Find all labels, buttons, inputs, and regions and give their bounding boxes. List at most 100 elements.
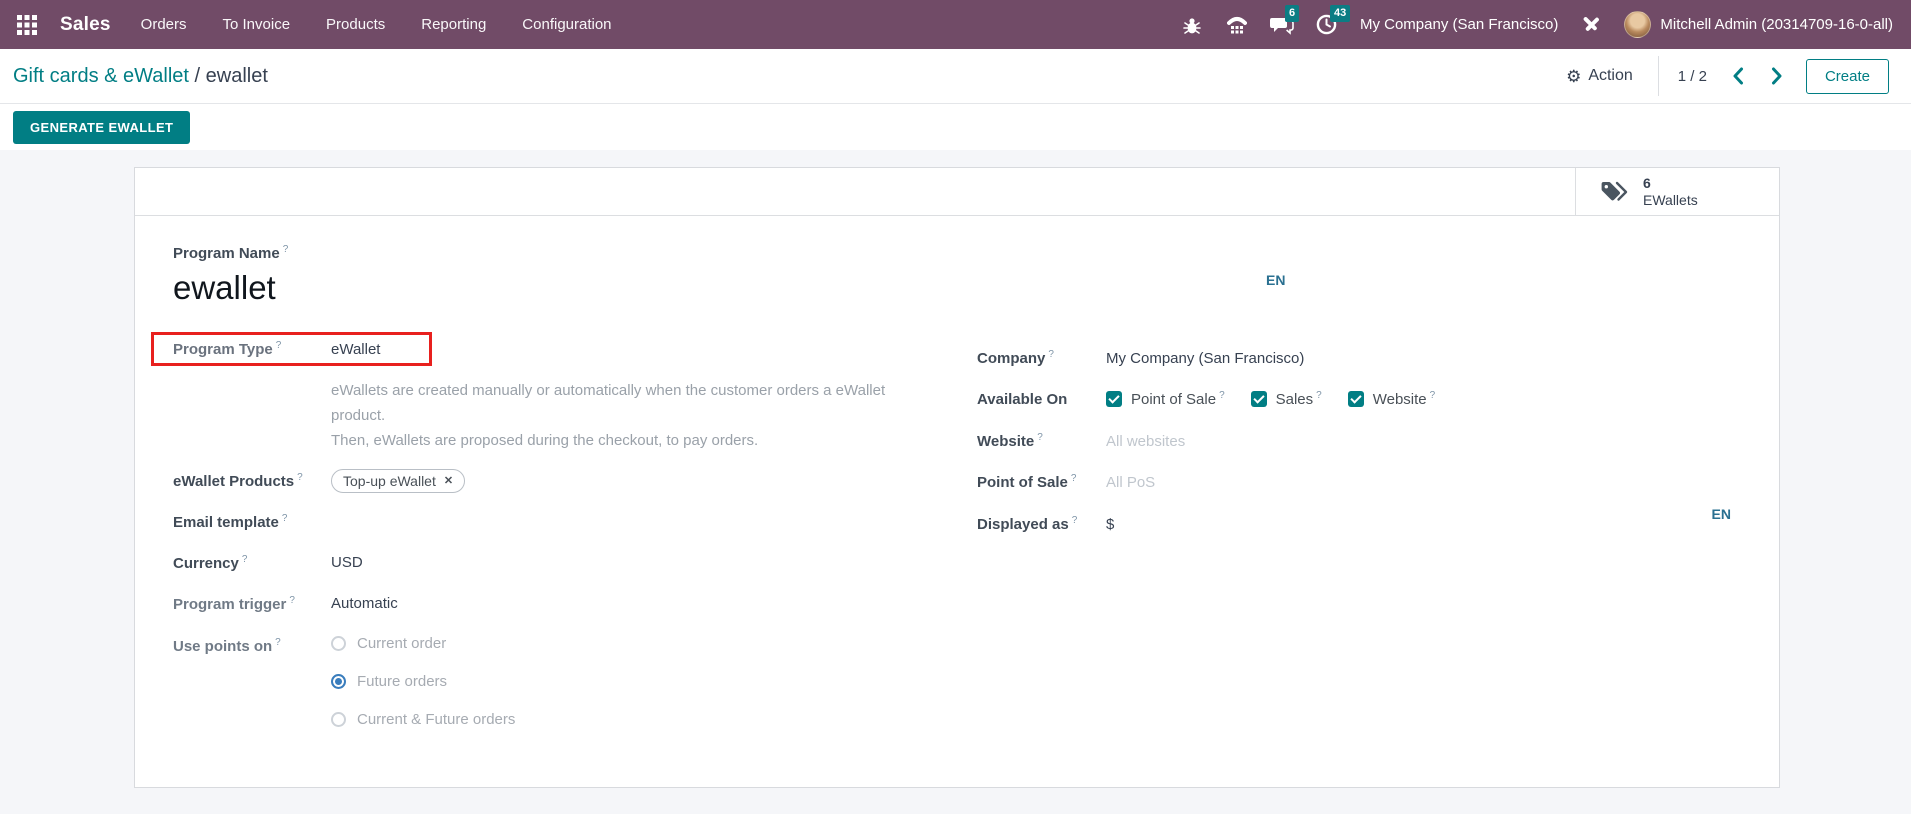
- radio-current-and-future-orders[interactable]: Current & Future orders: [331, 700, 515, 738]
- displayed-as-input[interactable]: $: [1106, 516, 1114, 533]
- available-on-checkbox-group: Point of Sale? Sales? Website?: [1106, 390, 1461, 408]
- checkbox-label: Website?: [1372, 390, 1436, 408]
- pager-next-icon[interactable]: [1767, 65, 1787, 87]
- point-of-sale-input-placeholder[interactable]: All PoS: [1106, 474, 1155, 491]
- field-row-available-on: Available On Point of Sale? Sales? Websi…: [977, 387, 1461, 411]
- checkbox-website[interactable]: Website?: [1347, 390, 1436, 408]
- user-menu[interactable]: Mitchell Admin (20314709-16-0-all): [1624, 11, 1893, 38]
- product-tag-label: Top-up eWallet: [343, 472, 436, 489]
- pager-previous-icon[interactable]: [1728, 65, 1748, 87]
- field-label-currency: Currency?: [173, 553, 248, 572]
- translate-badge-program-name[interactable]: EN: [1266, 272, 1285, 288]
- help-icon: ?: [297, 471, 303, 483]
- menu-configuration[interactable]: Configuration: [522, 16, 611, 33]
- app-name[interactable]: Sales: [60, 14, 111, 36]
- checkbox-point-of-sale[interactable]: Point of Sale?: [1106, 390, 1225, 408]
- help-icon: ?: [1219, 390, 1225, 401]
- activities-clock-icon[interactable]: 43: [1315, 4, 1351, 37]
- top-navbar: Sales Orders To Invoice Products Reporti…: [0, 0, 1911, 49]
- activities-badge: 43: [1329, 4, 1351, 22]
- breadcrumb-current: ewallet: [205, 64, 268, 87]
- button-box-row: 6 EWallets: [135, 168, 1779, 216]
- program-type-select[interactable]: eWallet: [331, 341, 380, 358]
- form-right-column: EN Company? My Company (San Francisco) A…: [977, 216, 1743, 787]
- program-type-help-text: eWallets are created manually or automat…: [331, 382, 886, 449]
- help-icon: ?: [1316, 390, 1322, 401]
- checkbox-label: Point of Sale?: [1131, 390, 1225, 408]
- radio-checked-icon[interactable]: [331, 673, 346, 689]
- translate-badge-displayed-as[interactable]: EN: [1712, 506, 1731, 522]
- menu-to-invoice[interactable]: To Invoice: [223, 16, 291, 33]
- checkbox-checked-icon[interactable]: [1347, 391, 1364, 407]
- gear-icon: ⚙: [1566, 66, 1582, 86]
- currency-input[interactable]: USD: [331, 554, 363, 571]
- form-status-bar: GENERATE EWALLET: [0, 104, 1911, 150]
- company-input[interactable]: My Company (San Francisco): [1106, 350, 1304, 367]
- breadcrumb-parent-link[interactable]: Gift cards & eWallet: [13, 65, 189, 87]
- tags-icon: [1601, 181, 1628, 201]
- product-tag[interactable]: Top-up eWallet ✕: [331, 468, 466, 493]
- help-icon: ?: [1037, 432, 1043, 443]
- form-sheet: Program Name? ewallet Program Type? eWal…: [135, 216, 1779, 787]
- form-view-background: 6 EWallets Program Name? ewallet Program…: [0, 150, 1911, 814]
- create-button[interactable]: Create: [1805, 58, 1889, 94]
- help-icon: ?: [241, 553, 248, 565]
- control-panel: Gift cards & eWallet / ewallet ⚙ Action …: [0, 49, 1911, 104]
- field-label-program-type: Program Type?: [173, 340, 282, 358]
- checkbox-label: Sales?: [1275, 390, 1322, 408]
- control-panel-divider: [1657, 56, 1659, 96]
- radio-future-orders[interactable]: Future orders: [331, 662, 515, 700]
- field-label-available-on: Available On: [977, 390, 1068, 408]
- help-icon: ?: [1048, 349, 1054, 360]
- field-label-point-of-sale: Point of Sale?: [977, 473, 1077, 491]
- company-switcher[interactable]: My Company (San Francisco): [1360, 16, 1558, 33]
- field-label-use-points-on: Use points on?: [173, 637, 281, 655]
- tag-remove-icon[interactable]: ✕: [444, 474, 453, 487]
- menu-orders[interactable]: Orders: [141, 16, 187, 33]
- action-menu-button[interactable]: ⚙ Action: [1560, 66, 1639, 86]
- radio-icon[interactable]: [331, 635, 346, 651]
- help-icon: ?: [275, 637, 281, 648]
- record-pager: 1 / 2: [1677, 67, 1707, 85]
- action-label: Action: [1588, 67, 1633, 84]
- program-trigger-value: Automatic: [331, 595, 398, 612]
- field-label-email-template: Email template?: [173, 512, 288, 531]
- help-icon: ?: [282, 244, 289, 255]
- radio-icon[interactable]: [331, 711, 346, 727]
- apps-grid-icon[interactable]: [16, 14, 38, 36]
- apps-grid-icon-svg: [17, 14, 37, 35]
- messages-badge: 6: [1284, 4, 1300, 22]
- messages-icon[interactable]: 6: [1269, 4, 1300, 37]
- help-icon: ?: [289, 594, 295, 606]
- menu-reporting[interactable]: Reporting: [421, 16, 486, 33]
- field-label-company: Company?: [977, 349, 1054, 367]
- use-points-radio-group: Current order Future orders Current & Fu…: [331, 624, 515, 738]
- user-name: Mitchell Admin (20314709-16-0-all): [1660, 16, 1893, 33]
- support-tools-icon[interactable]: [1579, 13, 1603, 37]
- bug-icon[interactable]: [1180, 13, 1204, 37]
- field-label-program-trigger: Program trigger?: [173, 594, 295, 613]
- field-label-website: Website?: [977, 432, 1043, 450]
- phone-icon[interactable]: [1225, 13, 1249, 37]
- website-input-placeholder[interactable]: All websites: [1106, 433, 1185, 450]
- field-row-displayed-as: Displayed as? $: [977, 512, 1114, 536]
- checkbox-sales[interactable]: Sales?: [1250, 390, 1322, 408]
- help-icon: ?: [1070, 473, 1077, 484]
- help-icon: ?: [281, 512, 288, 524]
- menu-products[interactable]: Products: [326, 16, 385, 33]
- breadcrumb-separator: /: [194, 64, 201, 87]
- field-row-point-of-sale: Point of Sale? All PoS: [977, 470, 1155, 494]
- stat-count: 6: [1643, 174, 1651, 191]
- ewallets-stat-button[interactable]: 6 EWallets: [1575, 168, 1779, 215]
- checkbox-checked-icon[interactable]: [1106, 391, 1122, 407]
- field-label-ewallet-products: eWallet Products?: [173, 471, 303, 490]
- field-row-website: Website? All websites: [977, 429, 1185, 453]
- radio-label: Future orders: [357, 672, 448, 690]
- form-sheet-card: 6 EWallets Program Name? ewallet Program…: [134, 167, 1780, 788]
- radio-current-order[interactable]: Current order: [331, 624, 515, 662]
- field-row-company: Company? My Company (San Francisco): [977, 346, 1304, 370]
- help-icon: ?: [275, 340, 282, 351]
- generate-ewallet-button[interactable]: GENERATE EWALLET: [13, 110, 191, 144]
- stat-label: EWallets: [1643, 191, 1698, 208]
- checkbox-checked-icon[interactable]: [1250, 391, 1267, 407]
